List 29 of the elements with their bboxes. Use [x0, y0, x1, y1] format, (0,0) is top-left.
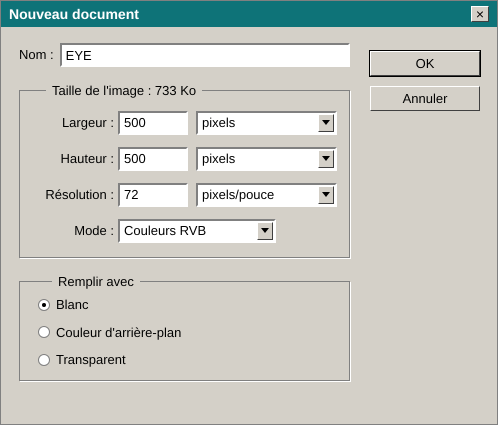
radio-option[interactable]: Blanc [38, 295, 331, 314]
number-field[interactable]: 72 [118, 182, 188, 206]
dropdown[interactable]: pixels [196, 146, 337, 170]
field-label: Résolution : [44, 186, 115, 204]
dialog-button[interactable]: Annuler [370, 86, 480, 111]
group-title: Taille de l'image : 733 Ko [51, 82, 198, 100]
field-label: Hauteur : [60, 150, 115, 168]
number-field[interactable]: 500 [118, 110, 188, 134]
dropdown[interactable]: Couleurs RVB [118, 218, 276, 242]
dropdown[interactable]: pixels/pouce [196, 182, 337, 206]
close-button[interactable]: × [471, 6, 489, 22]
caret-icon [318, 150, 334, 168]
name-label: Nom : [19, 46, 54, 64]
group-title: Remplir avec [57, 272, 135, 291]
number-field[interactable]: 500 [118, 146, 188, 170]
dropdown[interactable]: pixels [196, 110, 337, 134]
radio-option[interactable]: Couleur d'arrière-plan [38, 322, 331, 342]
caret-icon [257, 222, 273, 240]
caret-icon [318, 114, 334, 132]
field-label: Mode : [73, 222, 115, 240]
name-field[interactable]: EYE [60, 43, 350, 67]
caret-icon [318, 186, 334, 204]
radio-button[interactable] [38, 354, 50, 366]
radio-option[interactable]: Transparent [38, 350, 331, 370]
window-title: Nouveau document [9, 4, 139, 24]
radio-button[interactable] [38, 298, 50, 311]
radio-button[interactable] [38, 326, 50, 338]
dialog-button[interactable]: OK [370, 51, 480, 76]
field-label: Largeur : [60, 114, 115, 132]
